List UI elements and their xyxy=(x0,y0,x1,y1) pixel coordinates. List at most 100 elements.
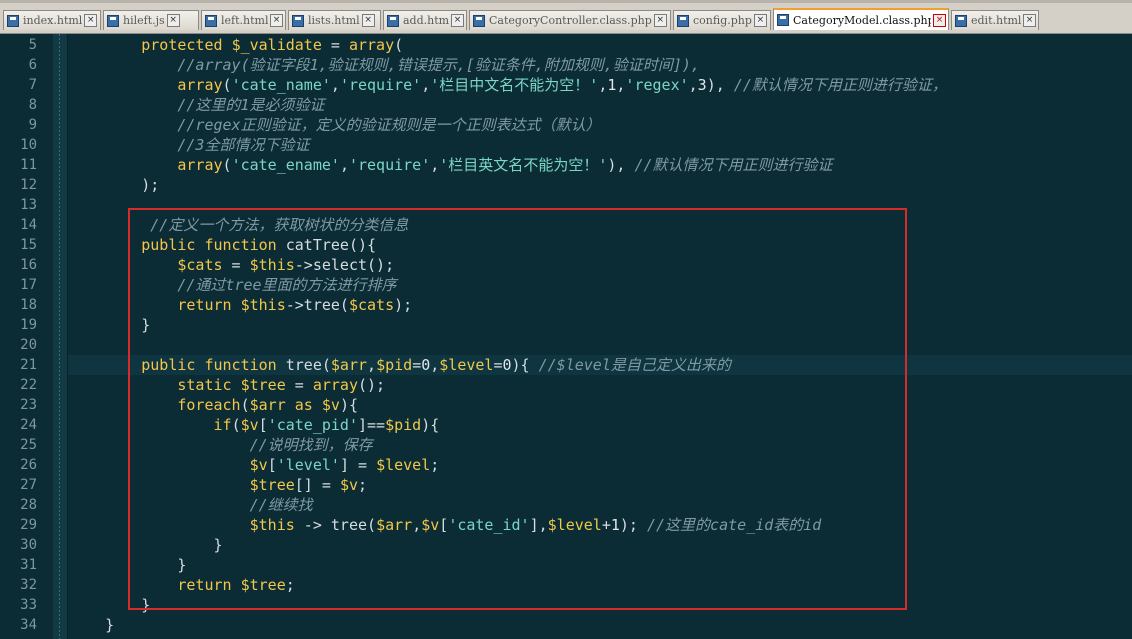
code-token: ; xyxy=(358,476,368,494)
code-line[interactable]: //3全部情况下验证 xyxy=(68,135,1132,155)
code-line[interactable] xyxy=(68,335,1132,355)
code-token: $cats xyxy=(348,296,395,314)
code-line[interactable]: } xyxy=(68,315,1132,335)
code-token: protected xyxy=(141,36,232,54)
close-icon[interactable]: × xyxy=(270,14,283,27)
code-token: ; xyxy=(285,576,295,594)
code-line[interactable]: } xyxy=(68,535,1132,555)
code-token: ); xyxy=(141,176,160,194)
tab-categorycontroller-class-php[interactable]: CategoryController.class.php × xyxy=(469,10,671,30)
tab-edit-html[interactable]: edit.html × xyxy=(951,10,1039,30)
code-line[interactable]: array('cate_ename','require','栏目英文名不能为空！… xyxy=(68,155,1132,175)
close-icon[interactable]: × xyxy=(653,14,667,27)
code-token: as xyxy=(285,396,322,414)
line-number: 13 xyxy=(20,197,37,213)
code-token: $arr xyxy=(249,396,286,414)
code-token: [ xyxy=(258,416,268,434)
fold-margin xyxy=(53,34,68,639)
code-line[interactable]: public function tree($arr,$pid=0,$level=… xyxy=(68,355,1132,375)
close-icon[interactable]: × xyxy=(84,14,98,27)
code-token: ], xyxy=(529,516,548,534)
code-string: 'cate_pid' xyxy=(267,416,358,434)
code-line[interactable]: } xyxy=(68,555,1132,575)
code-comment: //这里的1是必须验证 xyxy=(177,96,325,114)
file-icon xyxy=(292,14,304,27)
code-line[interactable]: ); xyxy=(68,175,1132,195)
line-number: 5 xyxy=(28,37,37,53)
close-icon[interactable]: × xyxy=(753,14,767,27)
code-line[interactable]: } xyxy=(68,595,1132,615)
line-number: 28 xyxy=(20,497,37,513)
code-line[interactable]: //regex正则验证，定义的验证规则是一个正则表达式（默认） xyxy=(68,115,1132,135)
tab-index-html[interactable]: index.html × xyxy=(3,10,101,30)
line-number: 23 xyxy=(20,397,37,413)
code-area[interactable]: protected $_validate = array( //array(验证… xyxy=(68,34,1132,639)
code-line[interactable]: //array(验证字段1,验证规则,错误提示,[验证条件,附加规则,验证时间]… xyxy=(68,55,1132,75)
tab-label: edit.html xyxy=(971,14,1021,27)
code-line[interactable]: foreach($arr as $v){ xyxy=(68,395,1132,415)
tab-left-html[interactable]: left.html × xyxy=(201,10,286,30)
code-token: $pid xyxy=(376,356,413,374)
code-line[interactable]: //说明找到，保存 xyxy=(68,435,1132,455)
code-comment: //3全部情况下验证 xyxy=(177,136,310,154)
tab-bar: index.html × hileft.js × left.html × lists.htm… xyxy=(0,0,1132,34)
code-comment: //默认情况下用正则进行验证 xyxy=(634,156,833,174)
code-token: [ xyxy=(267,456,277,474)
code-token: $pid xyxy=(385,416,422,434)
tab-hileft-js[interactable]: hileft.js × xyxy=(103,10,199,30)
code-line[interactable]: $cats = $this->select(); xyxy=(68,255,1132,275)
code-line[interactable]: return $tree; xyxy=(68,575,1132,595)
tab-add-html[interactable]: add.html × xyxy=(383,10,467,30)
code-string: 'level' xyxy=(276,456,340,474)
code-token: $tree xyxy=(249,476,295,494)
code-line[interactable]: $tree[] = $v; xyxy=(68,475,1132,495)
code-line[interactable]: return $this->tree($cats); xyxy=(68,295,1132,315)
code-line[interactable]: array('cate_name','require','栏目中文名不能为空！'… xyxy=(68,75,1132,95)
code-token: ){ xyxy=(339,396,358,414)
line-number: 14 xyxy=(20,217,37,233)
code-line[interactable]: } xyxy=(68,615,1132,635)
code-editor[interactable]: 5 6 7 8 9 10 11 12 13 14 15 16 17 18 19 20 21 22 23 24 25 26 2… xyxy=(0,34,1132,639)
code-line[interactable]: //通过tree里面的方法进行排序 xyxy=(68,275,1132,295)
code-line[interactable]: if($v['cate_pid']==$pid){ xyxy=(68,415,1132,435)
code-token: 3 xyxy=(697,76,707,94)
line-number: 21 xyxy=(20,357,37,373)
code-line[interactable]: $this -> tree($arr,$v['cate_id'],$level+… xyxy=(68,515,1132,535)
code-line[interactable] xyxy=(68,195,1132,215)
code-comment: //这里的cate_id表的id xyxy=(647,516,822,534)
tab-label: config.php xyxy=(693,14,752,27)
code-token: ), xyxy=(607,156,635,174)
code-line[interactable]: static $tree = array(); xyxy=(68,375,1132,395)
code-line[interactable]: //这里的1是必须验证 xyxy=(68,95,1132,115)
close-icon[interactable]: × xyxy=(451,14,464,27)
close-icon[interactable]: × xyxy=(933,13,946,27)
close-icon[interactable]: × xyxy=(361,14,375,27)
code-token: public xyxy=(141,236,205,254)
code-line[interactable]: protected $_validate = array( xyxy=(68,35,1132,55)
code-token: ( xyxy=(231,416,241,434)
code-token: ( xyxy=(222,76,232,94)
code-token: 0 xyxy=(421,356,431,374)
tab-label: lists.html xyxy=(308,14,360,27)
code-token: $level xyxy=(376,456,431,474)
code-line[interactable]: $v['level'] = $level; xyxy=(68,455,1132,475)
tab-lists-html[interactable]: lists.html × xyxy=(288,10,381,30)
code-line[interactable]: //定义一个方法，获取树状的分类信息 xyxy=(68,215,1132,235)
code-line[interactable]: public function catTree(){ xyxy=(68,235,1132,255)
close-icon[interactable]: × xyxy=(166,14,180,27)
tab-config-php[interactable]: config.php × xyxy=(673,10,771,30)
code-line[interactable]: //继续找 xyxy=(68,495,1132,515)
line-number: 29 xyxy=(20,517,37,533)
code-token: $level xyxy=(547,516,602,534)
file-icon xyxy=(107,14,119,27)
tab-categorymodel-class-php[interactable]: CategoryModel.class.php × xyxy=(773,8,949,30)
line-number: 6 xyxy=(28,57,37,73)
close-icon[interactable]: × xyxy=(1023,14,1036,27)
